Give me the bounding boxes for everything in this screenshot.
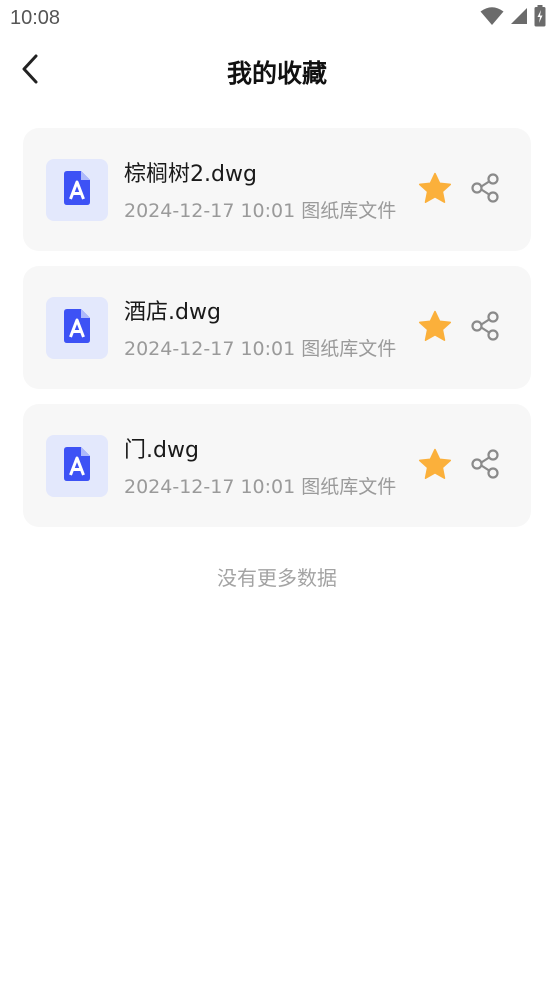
share-icon [470, 310, 502, 346]
status-time: 10:08 [10, 7, 61, 29]
file-meta: 2024-12-17 10:01 图纸库文件 [124, 476, 397, 498]
star-icon [418, 448, 452, 484]
cad-file-icon [64, 171, 90, 209]
star-icon [418, 310, 452, 346]
favorites-screen: 10:08 我的收藏 棕榈树2.dwg 2024-12-17 10:01 图纸库… [0, 0, 554, 985]
wifi-icon [480, 6, 504, 30]
share-icon [470, 172, 502, 208]
list-item[interactable]: 棕榈树2.dwg 2024-12-17 10:01 图纸库文件 [23, 128, 531, 251]
list-item[interactable]: 酒店.dwg 2024-12-17 10:01 图纸库文件 [23, 266, 531, 389]
page-title: 我的收藏 [226, 59, 327, 88]
share-button[interactable] [467, 447, 505, 485]
favorite-button[interactable] [416, 171, 454, 209]
share-button[interactable] [467, 309, 505, 347]
share-icon [470, 448, 502, 484]
list-item[interactable]: 门.dwg 2024-12-17 10:01 图纸库文件 [23, 404, 531, 527]
file-icon-tile [46, 159, 108, 221]
file-meta: 2024-12-17 10:01 图纸库文件 [124, 200, 397, 222]
cad-file-icon [64, 309, 90, 347]
file-meta: 2024-12-17 10:01 图纸库文件 [124, 338, 397, 360]
cad-file-icon [64, 447, 90, 485]
status-icons [480, 5, 546, 31]
signal-icon [510, 7, 528, 29]
title-bar: 我的收藏 [0, 38, 554, 104]
battery-charging-icon [534, 5, 546, 31]
no-more-data-text: 没有更多数据 [217, 566, 337, 590]
favorites-list: 棕榈树2.dwg 2024-12-17 10:01 图纸库文件 酒店.dwg 2… [23, 128, 531, 542]
file-name: 酒店.dwg [124, 300, 221, 325]
file-icon-tile [46, 297, 108, 359]
share-button[interactable] [467, 171, 505, 209]
file-name: 门.dwg [124, 438, 199, 463]
file-icon-tile [46, 435, 108, 497]
favorite-button[interactable] [416, 309, 454, 347]
star-icon [418, 172, 452, 208]
status-bar: 10:08 [0, 0, 554, 38]
favorite-button[interactable] [416, 447, 454, 485]
file-name: 棕榈树2.dwg [124, 162, 257, 187]
